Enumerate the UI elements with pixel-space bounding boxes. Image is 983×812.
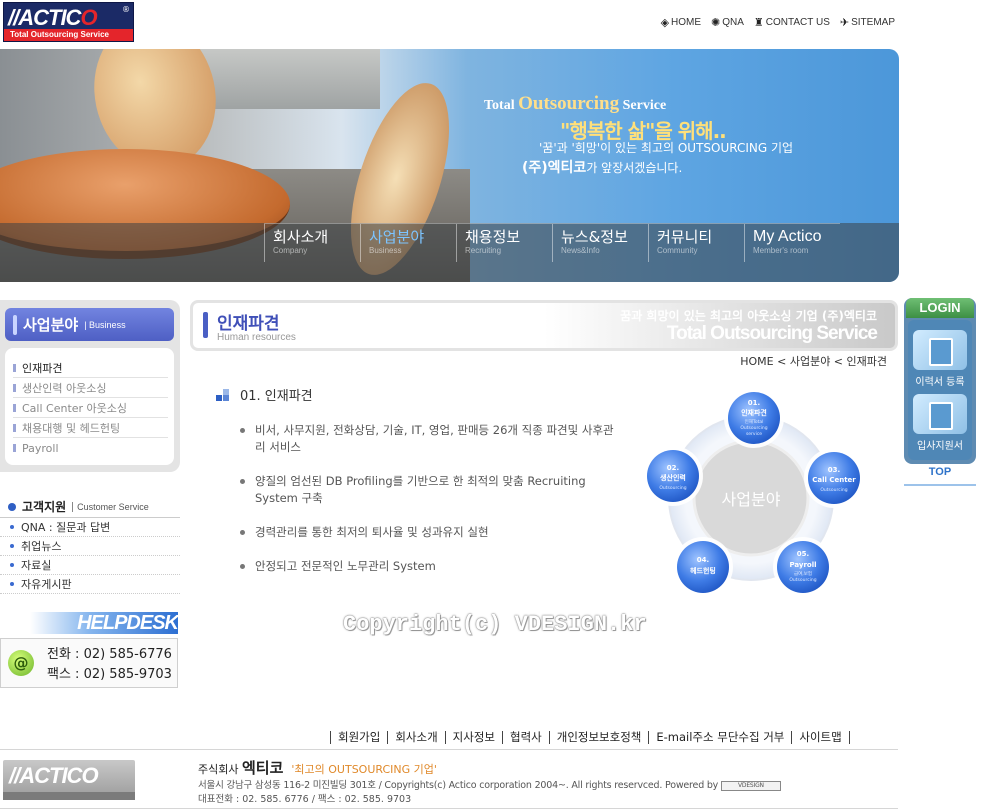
diagram-node-03: 03. Call Center Outsourcing — [804, 448, 864, 508]
resume-register-button[interactable]: 이력서 등록 — [912, 330, 968, 390]
service-bullets: 비서, 사무지원, 전화상담, 기술, IT, 영업, 판매등 26개 직종 파… — [240, 422, 620, 592]
list-item: 양질의 엄선된 DB Profiling를 기반으로 한 최적의 맞춤 Recr… — [240, 473, 620, 507]
top-nav-qna[interactable]: ✺ QNA — [711, 16, 744, 29]
customer-service-menu: 고객지원 Customer Service QNA : 질문과 답변 취업뉴스 자… — [0, 496, 180, 594]
page-subtitle: Human resources — [217, 332, 296, 343]
at-sign-icon: @ — [8, 650, 34, 676]
submenu-header: 사업분야 | Business — [5, 308, 174, 341]
qna-icon: ✺ — [711, 17, 721, 29]
submenu-item-payroll[interactable]: Payroll — [13, 438, 168, 458]
hero-company-line: (주)엑티코가 앞장서겠습니다. — [522, 160, 683, 176]
hero-subline: '꿈'과 '희망'이 있는 최고의 OUTSOURCING 기업 — [539, 141, 794, 155]
svg-text:Outsourcing: Outsourcing — [820, 487, 847, 493]
gnb-news[interactable]: 뉴스&정보 News&Info — [552, 224, 648, 262]
page-title: 인재파견 — [217, 314, 280, 334]
main-nav: 회사소개 Company 사업분야 Business 채용정보 Recruiting … — [264, 223, 840, 262]
breadcrumb: HOME < 사업분야 < 인재파견 — [740, 355, 887, 368]
footer-link-partners[interactable]: 협력사 — [501, 731, 549, 744]
footer-logo: //ACTICO — [3, 760, 135, 800]
sitemap-icon: ✈ — [839, 17, 850, 29]
footer-link-privacy[interactable]: 개인정보보호정책 — [548, 731, 649, 744]
site-logo[interactable]: //ACTICO ® Total Outsourcing Service — [3, 2, 134, 42]
svg-text:04.: 04. — [697, 556, 709, 564]
copyright-watermark: Copyright(c) VDESIGN.kr — [343, 612, 647, 637]
home-icon: ◈ — [660, 17, 670, 29]
top-utility-nav: ◈ HOME ✺ QNA ♜ CONTACT US ✈ SITEMAP — [661, 16, 895, 29]
cs-item-news[interactable]: 취업뉴스 — [0, 537, 180, 556]
svg-text:01.: 01. — [748, 399, 760, 407]
svg-text:급여,보험: 급여,보험 — [794, 570, 812, 577]
site-footer: //ACTICO 주식회사 엑티코 '최고의 OUTSOURCING 기업' 서울… — [0, 749, 898, 809]
diagram-node-04: 04. 헤드헌팅 — [673, 537, 733, 597]
left-submenu: 사업분야 | Business 인재파견 생산인력 아웃소싱 Call Cente… — [0, 300, 180, 472]
footer-link-signup[interactable]: 회원가입 — [330, 731, 387, 744]
gnb-company[interactable]: 회사소개 Company — [264, 224, 360, 262]
footer-link-branch[interactable]: 지사정보 — [444, 731, 502, 744]
login-button[interactable]: LOGIN — [906, 298, 974, 318]
gnb-business[interactable]: 사업분야 Business — [360, 224, 456, 262]
footer-link-email-policy[interactable]: E-mail주소 무단수집 거부 — [648, 731, 791, 744]
diagram-center-label: 사업분야 — [722, 490, 781, 509]
submenu-item-callcenter[interactable]: Call Center 아웃소싱 — [13, 398, 168, 418]
svg-text:인재Total: 인재Total — [745, 418, 764, 425]
svg-text:인재파견: 인재파견 — [741, 408, 767, 417]
list-item: 비서, 사무지원, 전화상담, 기술, IT, 영업, 판매등 26개 직종 파… — [240, 422, 620, 456]
submenu-item-staffing[interactable]: 인재파견 — [13, 358, 168, 378]
footer-phones: 대표전화 : 02. 585. 6776 / 팩스 : 02. 585. 970… — [198, 794, 412, 805]
footer-link-sitemap[interactable]: 사이트맵 — [791, 731, 850, 744]
section-bullet-icon — [216, 388, 232, 401]
application-icon — [913, 394, 967, 434]
helpdesk-box: HELPDESK @ 전화 : 02) 585-6776 팩스 : 02) 58… — [0, 612, 180, 688]
top-nav-sitemap[interactable]: ✈ SITEMAP — [840, 16, 895, 29]
cs-item-qna[interactable]: QNA : 질문과 답변 — [0, 518, 180, 537]
svg-text:Outsourcing: Outsourcing — [740, 425, 767, 431]
svg-text:Outsourcing: Outsourcing — [789, 577, 816, 583]
footer-company-name: 엑티코 — [241, 759, 284, 777]
cs-item-board[interactable]: 자유게시판 — [0, 575, 180, 594]
cs-item-archive[interactable]: 자료실 — [0, 556, 180, 575]
contact-icon: ♜ — [753, 17, 764, 29]
top-button[interactable]: TOP — [904, 466, 976, 486]
list-item: 경력관리를 통한 최저의 퇴사율 및 성과유지 실현 — [240, 524, 620, 541]
gnb-community[interactable]: 커뮤니티 Community — [648, 224, 744, 262]
svg-text:생산인력: 생산인력 — [660, 473, 686, 482]
gnb-my-actico[interactable]: My Actico Member's room — [744, 224, 840, 262]
svg-text:03.: 03. — [828, 466, 840, 474]
helpdesk-title: HELPDESK — [77, 612, 179, 634]
application-form-button[interactable]: 입사지원서 — [912, 394, 968, 454]
svg-text:Outsourcing: Outsourcing — [659, 485, 686, 491]
footer-link-company[interactable]: 회사소개 — [387, 731, 444, 744]
submenu-list: 인재파견 생산인력 아웃소싱 Call Center 아웃소싱 채용대행 및 헤… — [5, 348, 174, 465]
svg-text:헤드헌팅: 헤드헌팅 — [690, 566, 716, 575]
hero-banner: Total Outsourcing Service "행복한 삶"을 위해.. … — [0, 49, 899, 282]
helpdesk-fax: 팩스 : 02) 585-9703 — [47, 667, 172, 682]
svg-text:Call Center: Call Center — [812, 476, 856, 484]
submenu-item-production[interactable]: 생산인력 아웃소싱 — [13, 378, 168, 398]
top-nav-contact[interactable]: ♜ CONTACT US — [754, 16, 830, 29]
quick-menu: LOGIN 이력서 등록 입사지원서 — [904, 298, 976, 464]
customer-service-header: 고객지원 Customer Service — [0, 496, 180, 518]
footer-address: 서울시 강남구 삼성동 116-2 미진빌딩 301호 / Copyrights… — [198, 777, 781, 791]
resume-icon — [913, 330, 967, 370]
svg-text:Payroll: Payroll — [789, 561, 816, 569]
diagram-node-02: 02. 생산인력 Outsourcing — [643, 446, 703, 506]
section-title: 01. 인재파견 — [216, 385, 313, 404]
business-diagram: 사업분야 01. 인재파견 인재Total Outsourcing servic… — [643, 388, 864, 597]
helpdesk-phone: 전화 : 02) 585-6776 — [47, 647, 172, 662]
diagram-node-01: 01. 인재파견 인재Total Outsourcing service — [724, 388, 784, 448]
svg-text:service: service — [746, 431, 762, 437]
diagram-node-05: 05. Payroll 급여,보험 Outsourcing — [773, 537, 833, 597]
svg-text:02.: 02. — [667, 464, 679, 472]
list-item: 안정되고 전문적인 노무관리 System — [240, 558, 620, 575]
footer-nav: 회원가입 회사소개 지사정보 협력사 개인정보보호정책 E-mail주소 무단수… — [330, 731, 850, 744]
submenu-item-headhunting[interactable]: 채용대행 및 헤드헌팅 — [13, 418, 168, 438]
svg-text:05.: 05. — [797, 550, 809, 558]
hero-headline-en: Total Outsourcing Service — [484, 93, 667, 114]
gnb-recruiting[interactable]: 채용정보 Recruiting — [456, 224, 552, 262]
top-nav-home[interactable]: ◈ HOME — [661, 16, 701, 29]
vdesign-badge[interactable]: VDESIGN — [720, 780, 781, 791]
content-title-bar: 인재파견 Human resources 꿈과 희망이 있는 최고의 아웃소싱 … — [190, 300, 898, 351]
